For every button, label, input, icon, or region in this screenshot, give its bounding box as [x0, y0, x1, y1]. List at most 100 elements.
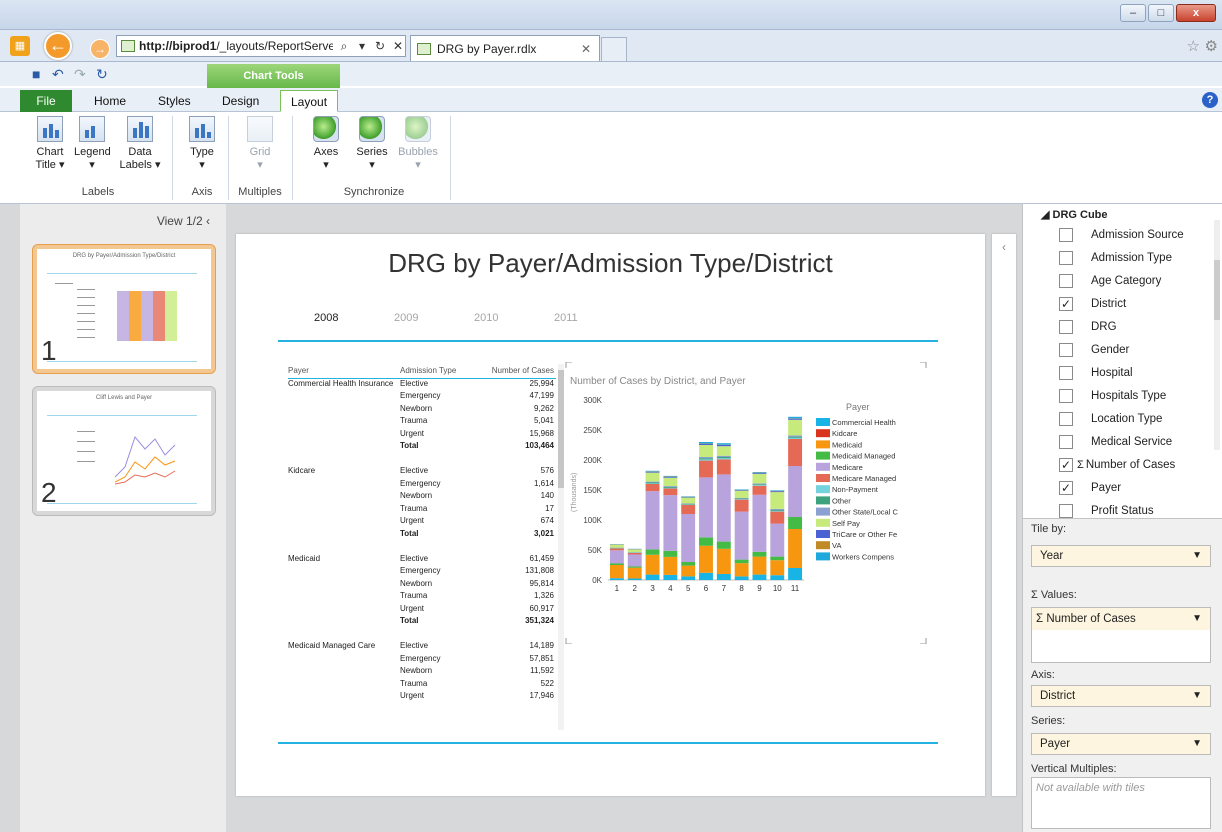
close-window-button[interactable]: x	[1176, 4, 1216, 22]
field-checkbox[interactable]	[1059, 389, 1073, 403]
tab-file[interactable]: File	[20, 90, 72, 112]
values-item[interactable]: Σ Number of Cases ▼	[1032, 608, 1210, 630]
tile-year-2008[interactable]: 2008	[314, 312, 394, 324]
field-checkbox[interactable]: ✓	[1059, 458, 1073, 472]
bar-segment	[663, 487, 678, 488]
series-dropzone[interactable]: Payer ▼	[1031, 733, 1211, 755]
legend-label: Legend	[74, 146, 111, 158]
refresh-icon[interactable]: ↻	[373, 39, 387, 53]
field-gender[interactable]: Gender	[1059, 341, 1129, 359]
collapse-fields-button[interactable]: ‹	[992, 234, 1016, 796]
bar-segment	[752, 574, 767, 580]
tab-design[interactable]: Design	[212, 90, 269, 112]
field-checkbox[interactable]	[1059, 251, 1073, 265]
field-checkbox[interactable]	[1059, 228, 1073, 242]
values-dropzone[interactable]: Σ Number of Cases ▼	[1031, 607, 1211, 663]
chart-container[interactable]: Number of Cases by District, and Payer 0K…	[562, 362, 930, 644]
field-number-of-cases[interactable]: ✓ Σ Number of Cases	[1059, 456, 1175, 474]
type-button[interactable]: Type ▾	[184, 116, 220, 172]
bubbles-label: Bubbles	[398, 146, 438, 158]
axes-button[interactable]: Axes ▾	[308, 116, 344, 172]
grid-button[interactable]: Grid ▾	[240, 116, 280, 172]
browser-tab-active[interactable]: DRG by Payer.rdlx ✕	[410, 35, 600, 61]
column-header[interactable]: Number of Cases	[492, 366, 554, 375]
field-admission-type[interactable]: Admission Type	[1059, 249, 1172, 267]
bar-segment	[716, 459, 731, 475]
redo-icon[interactable]: ↷	[74, 66, 86, 83]
table-cell: Trauma	[400, 678, 428, 688]
tab-layout[interactable]: Layout	[280, 90, 339, 112]
field-checkbox[interactable]	[1059, 435, 1073, 449]
field-checkbox[interactable]	[1059, 320, 1073, 334]
bar-segment	[627, 578, 642, 580]
save-icon[interactable]: ■	[32, 66, 40, 82]
column-header[interactable]: Admission Type	[400, 366, 456, 375]
close-tab-icon[interactable]: ✕	[581, 42, 591, 56]
bar-segment	[681, 496, 696, 498]
field-checkbox[interactable]	[1059, 504, 1073, 518]
series-button[interactable]: Series ▾	[350, 116, 394, 172]
tab-styles[interactable]: Styles	[148, 90, 201, 112]
field-location-type[interactable]: Location Type	[1059, 410, 1162, 428]
stop-icon[interactable]: ✕	[391, 39, 405, 53]
table-total-row: Total 351,324	[288, 616, 556, 629]
field-hospital[interactable]: Hospital	[1059, 364, 1133, 382]
favorites-star-icon[interactable]: ☆	[1187, 37, 1200, 55]
field-checkbox[interactable]: ✓	[1059, 481, 1073, 495]
field-list-scroll-thumb[interactable]	[1214, 260, 1220, 320]
view-thumbnail-1[interactable]: DRG by Payer/Admission Type/District 1	[32, 244, 216, 374]
field-age-category[interactable]: Age Category	[1059, 272, 1161, 290]
legend-button[interactable]: Legend ▾	[74, 116, 111, 172]
field-payer[interactable]: ✓ Payer	[1059, 479, 1121, 497]
field-district[interactable]: ✓ District	[1059, 295, 1126, 313]
field-hospitals-type[interactable]: Hospitals Type	[1059, 387, 1166, 405]
address-bar[interactable]: http://biprod1/_layouts/ReportServer/ ⌕ …	[116, 35, 406, 57]
field-checkbox[interactable]	[1059, 412, 1073, 426]
tile-year-2011[interactable]: 2011	[554, 312, 634, 324]
field-checkbox[interactable]	[1059, 274, 1073, 288]
minimize-button[interactable]: –	[1120, 4, 1146, 22]
search-icon[interactable]: ⌕	[337, 39, 351, 54]
view-thumbnail-2[interactable]: Cliff Lewis and Payer 2	[32, 386, 216, 516]
axis-dropzone[interactable]: District ▼	[1031, 685, 1211, 707]
field-checkbox[interactable]	[1059, 343, 1073, 357]
tile-by-dropdown[interactable]: Year ▼	[1031, 545, 1211, 567]
new-tab-button[interactable]	[601, 37, 627, 61]
field-drg[interactable]: DRG	[1059, 318, 1117, 336]
maximize-button[interactable]: □	[1148, 4, 1174, 22]
table-row: Emergency 1,614	[288, 479, 556, 492]
collapse-views-icon[interactable]: ‹	[206, 214, 210, 228]
dropdown-arrow-icon[interactable]: ▾	[355, 39, 369, 53]
field-checkbox[interactable]: ✓	[1059, 297, 1073, 311]
bubbles-button[interactable]: Bubbles ▾	[396, 116, 440, 172]
back-button[interactable]: ←	[44, 32, 72, 60]
bar-segment	[645, 471, 660, 473]
bar-segment	[645, 482, 660, 484]
group-labels: Labels	[81, 186, 115, 198]
tools-gear-icon[interactable]: ⚙	[1205, 37, 1218, 55]
help-icon[interactable]: ?	[1202, 92, 1218, 108]
column-header[interactable]: Payer	[288, 366, 309, 375]
field-list-scrollbar[interactable]	[1214, 220, 1220, 450]
table-row: Urgent 15,968	[288, 429, 556, 442]
tab-home[interactable]: Home	[84, 90, 136, 112]
tile-year-2010[interactable]: 2010	[474, 312, 554, 324]
bar-segment	[788, 466, 803, 517]
field-list-pane: ◢ DRG Cube Admission Source Admission Typ…	[1022, 204, 1222, 832]
bar-segment	[770, 490, 785, 491]
field-admission-source[interactable]: Admission Source	[1059, 226, 1184, 244]
bar-segment	[770, 508, 785, 511]
cube-node[interactable]: ◢ DRG Cube	[1041, 208, 1108, 221]
bar-segment	[716, 474, 731, 542]
field-checkbox[interactable]	[1059, 366, 1073, 380]
undo-icon[interactable]: ↶	[52, 66, 64, 83]
tile-year-2009[interactable]: 2009	[394, 312, 474, 324]
forward-button[interactable]: →	[90, 39, 110, 59]
data-labels-button[interactable]: Data Labels ▾	[118, 116, 162, 172]
chart-title-button[interactable]: Chart Title ▾	[32, 116, 68, 172]
table-cell: 11,592	[530, 666, 554, 675]
legend-title: Payer	[846, 402, 870, 412]
refresh-report-icon[interactable]: ↻	[96, 66, 108, 83]
table-row: Trauma 17	[288, 504, 556, 517]
field-medical-service[interactable]: Medical Service	[1059, 433, 1172, 451]
